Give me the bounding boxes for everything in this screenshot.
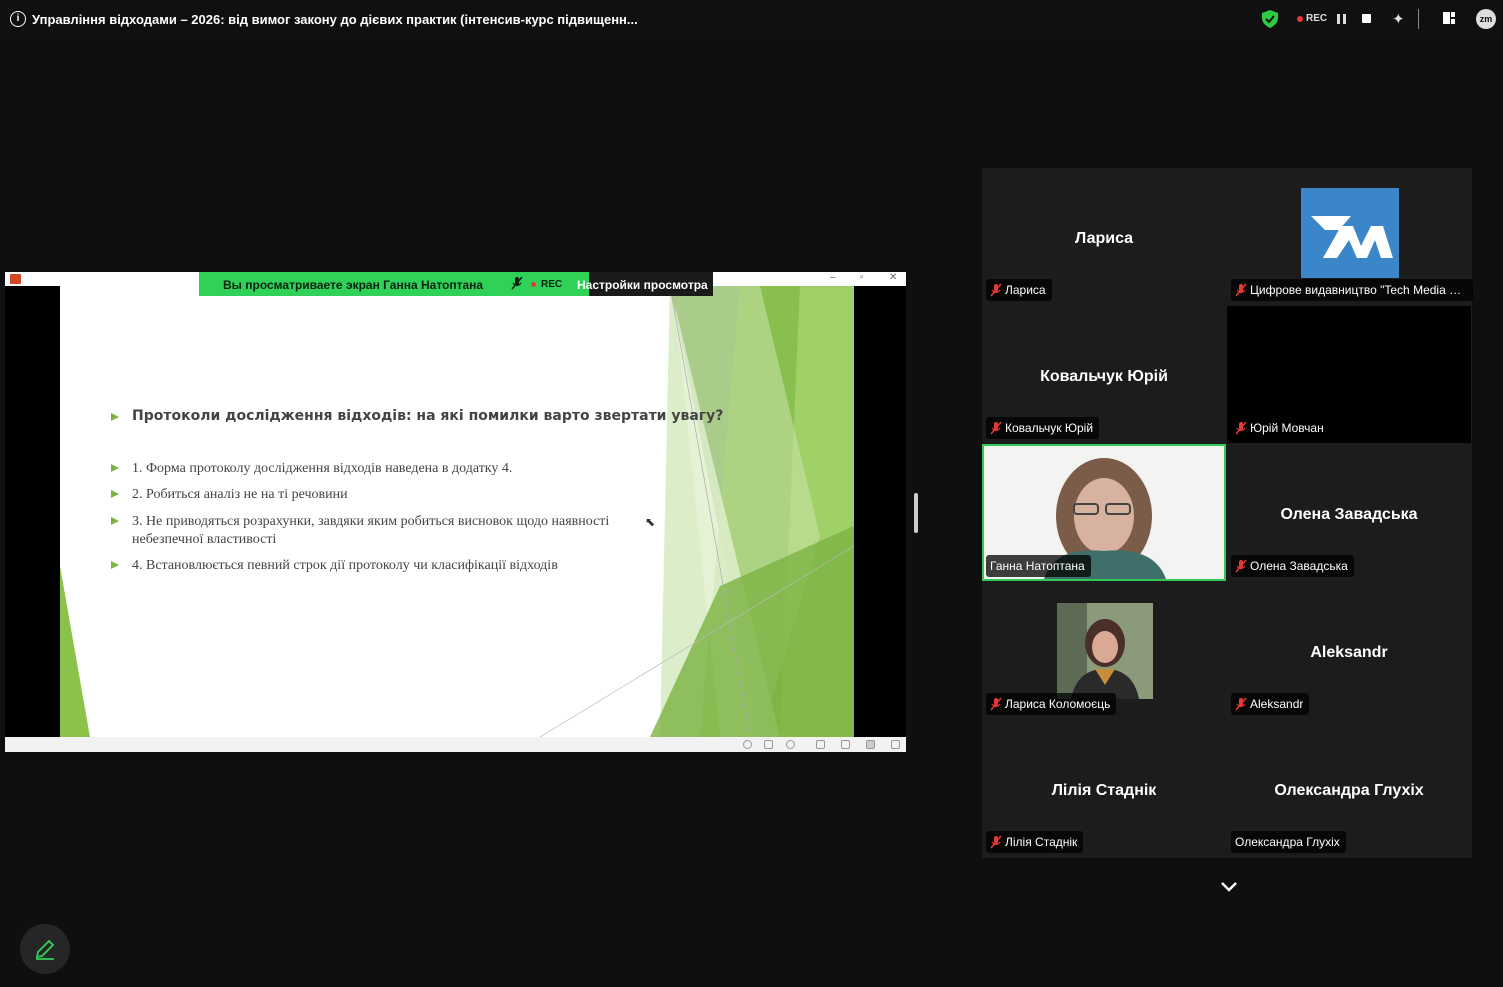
- tech-media-logo-icon: [1301, 188, 1399, 278]
- muted-mic-icon: [1235, 559, 1247, 573]
- slide-item-2: 2. Робиться аналіз не на ті речовини: [132, 487, 348, 502]
- pencil-icon: [35, 939, 55, 960]
- slide-bullet: [111, 464, 119, 472]
- screen-share-text: Вы просматриваете экран Ганна Натоптана: [223, 278, 484, 292]
- presentation-status-bar: [5, 737, 906, 752]
- participant-name: Олена Завадська: [1280, 506, 1418, 523]
- participant-label: Юрій Мовчан: [1231, 417, 1330, 439]
- participant-label-text: Юрій Мовчан: [1250, 421, 1324, 435]
- participant-name: Лариса: [1074, 230, 1134, 247]
- shield-check-icon[interactable]: [1262, 10, 1278, 28]
- slide-bullet: [111, 517, 119, 525]
- participant-label: Лілія Стаднік: [986, 831, 1084, 853]
- stop-recording-icon[interactable]: [1362, 14, 1371, 23]
- slide-sorter-icon[interactable]: [841, 740, 850, 749]
- participant-tile[interactable]: Олена Завадська Олена Завадська: [1227, 444, 1471, 581]
- zoom-logo-icon[interactable]: zm: [1476, 9, 1496, 29]
- participant-tile[interactable]: Цифрове видавництво "Tech Media G...: [1227, 168, 1473, 305]
- view-options-button[interactable]: Настройки просмотра: [577, 272, 713, 296]
- reading-view-icon[interactable]: [866, 740, 875, 749]
- maximize-icon[interactable]: ▫: [860, 272, 864, 283]
- recording-dot-icon: [531, 282, 536, 287]
- participant-tile[interactable]: Лілія Стаднік Лілія Стаднік: [982, 720, 1226, 857]
- participant-label: Ганна Натоптана: [986, 555, 1091, 577]
- slide-item-1: 1. Форма протоколу дослідження відходів …: [132, 461, 513, 476]
- participant-name: Олександра Глухіх: [1274, 782, 1424, 799]
- recording-dot-icon: [1297, 16, 1303, 22]
- toolbar-divider: [1418, 9, 1419, 29]
- slide-decoration: [60, 286, 854, 737]
- mouse-cursor-icon: ⬉: [645, 515, 656, 529]
- ai-companion-icon[interactable]: ✦: [1392, 10, 1405, 28]
- participant-tile[interactable]: Лариса Лариса: [982, 168, 1226, 305]
- participant-tile[interactable]: Aleksandr Aleksandr: [1227, 582, 1471, 719]
- participant-label-text: Ковальчук Юрій: [1005, 421, 1094, 435]
- view-options-label: Настройки просмотра: [577, 278, 708, 292]
- muted-mic-icon: [990, 283, 1002, 297]
- participant-label-text: Ганна Натоптана: [990, 559, 1085, 573]
- muted-mic-icon: [1235, 697, 1247, 711]
- muted-mic-icon: [1235, 421, 1247, 435]
- info-icon[interactable]: i: [10, 11, 26, 27]
- annotate-button[interactable]: [20, 924, 70, 974]
- view-layout-icon[interactable]: [1443, 12, 1455, 24]
- muted-mic-icon: [511, 276, 523, 290]
- slide-title: Протоколи дослідження відходів: на які п…: [132, 408, 724, 424]
- participant-label: Ковальчук Юрій: [986, 417, 1100, 439]
- presentation-slide: Протоколи дослідження відходів: на які п…: [60, 286, 854, 737]
- participant-name: Aleksandr: [1310, 644, 1388, 661]
- participant-label-text: Олександра Глухіх: [1235, 835, 1340, 849]
- slide-bullet: [111, 561, 119, 569]
- participant-name: Ковальчук Юрій: [1040, 368, 1168, 385]
- participant-tile[interactable]: Лариса Коломоєць: [982, 582, 1226, 719]
- participant-tile-active-speaker[interactable]: Ганна Натоптана: [982, 444, 1226, 581]
- shared-screen: – ▫ ✕ Протоколи дослідження відходів: на…: [5, 272, 906, 752]
- pause-recording-icon[interactable]: [1337, 14, 1347, 24]
- participant-label-text: Цифрове видавництво "Tech Media G...: [1250, 283, 1467, 297]
- slide-item-3: 3. Не приводяться розрахунки, завдяки як…: [132, 514, 610, 547]
- recording-label: REC: [1306, 13, 1328, 24]
- meeting-title: Управління відходами – 2026: від вимог з…: [32, 12, 638, 27]
- muted-mic-icon: [1235, 283, 1247, 297]
- banner-rec-label: REC: [541, 279, 563, 290]
- participant-label: Aleksandr: [1231, 693, 1310, 715]
- participant-label: Олександра Глухіх: [1231, 831, 1346, 853]
- participant-label: Олена Завадська: [1231, 555, 1354, 577]
- slide-bullet: [111, 490, 119, 498]
- slide-item-4: 4. Встановлюється певний строк дії прото…: [132, 558, 558, 573]
- participant-label-text: Лариса Коломоєць: [1005, 697, 1111, 711]
- participant-tile[interactable]: Юрій Мовчан: [1227, 306, 1471, 443]
- participant-name: Лілія Стаднік: [1051, 782, 1157, 799]
- powerpoint-icon: [10, 274, 21, 284]
- slideshow-icon[interactable]: [891, 740, 900, 749]
- screen-share-banner: Вы просматриваете экран Ганна Натоптана …: [199, 272, 589, 296]
- close-icon[interactable]: ✕: [889, 272, 897, 283]
- muted-mic-icon: [990, 421, 1002, 435]
- participant-gallery: Лариса Лариса Цифрове видавництво "Tech …: [982, 168, 1473, 858]
- normal-view-icon[interactable]: [816, 740, 825, 749]
- participant-label: Цифрове видавництво "Tech Media G...: [1231, 279, 1473, 301]
- participant-tile[interactable]: Ковальчук Юрій Ковальчук Юрій: [982, 306, 1226, 443]
- slide-title-bullet: [111, 413, 119, 421]
- participant-label: Лариса Коломоєць: [986, 693, 1117, 715]
- menu-icon[interactable]: [764, 740, 773, 749]
- participant-label-text: Олена Завадська: [1250, 559, 1348, 573]
- participant-photo: [1057, 603, 1153, 699]
- muted-mic-icon: [990, 697, 1002, 711]
- meeting-top-bar: i Управління відходами – 2026: від вимог…: [0, 0, 1503, 40]
- participant-label-text: Лариса: [1005, 283, 1046, 297]
- participant-label-text: Лілія Стаднік: [1005, 835, 1078, 849]
- participant-label-text: Aleksandr: [1250, 697, 1304, 711]
- muted-mic-icon: [990, 835, 1002, 849]
- panel-resize-handle[interactable]: [914, 493, 918, 533]
- participant-label: Лариса: [986, 279, 1052, 301]
- chevron-down-icon[interactable]: [1219, 880, 1239, 894]
- minimize-icon[interactable]: –: [830, 272, 836, 283]
- prev-slide-icon[interactable]: [743, 740, 752, 749]
- participant-tile[interactable]: Олександра Глухіх Олександра Глухіх: [1227, 720, 1471, 857]
- next-slide-icon[interactable]: [786, 740, 795, 749]
